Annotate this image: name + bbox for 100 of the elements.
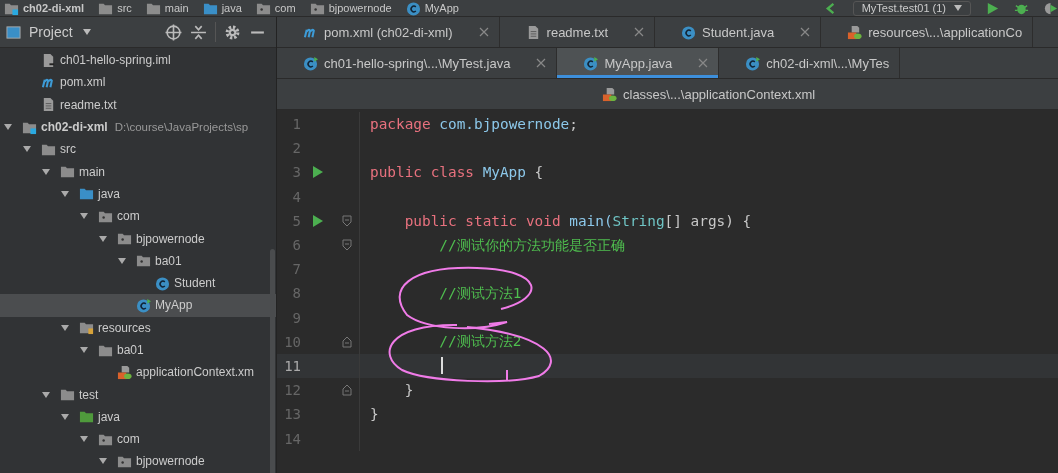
- breadcrumb-item[interactable]: main: [164, 2, 189, 14]
- line-number: 13: [283, 406, 301, 423]
- class-icon: [681, 24, 696, 40]
- tree-item[interactable]: test: [0, 383, 276, 406]
- folder-icon: [79, 186, 94, 202]
- text-cursor: [441, 357, 443, 375]
- tree-item[interactable]: java: [0, 405, 276, 429]
- line-number: 5: [291, 212, 301, 229]
- package-folder-icon: [136, 253, 151, 269]
- editor-tab[interactable]: pom.xml (ch02-di-xml): [277, 17, 500, 47]
- line-number: 11: [283, 357, 301, 374]
- tree-item[interactable]: bjpowernode: [0, 450, 276, 473]
- folder-icon: [60, 387, 75, 403]
- package-folder-icon: [117, 231, 132, 246]
- editor-tab[interactable]: MyApp.java: [557, 48, 720, 78]
- line-number: 3: [291, 164, 301, 181]
- run-configuration-dropdown[interactable]: MyTest.test01 (1): [852, 0, 971, 16]
- line-number: 12: [283, 382, 301, 399]
- xml-file-icon: [602, 86, 617, 102]
- tree-item[interactable]: ch02-di-xml D:\course\JavaProjects\sp: [0, 115, 276, 139]
- folder-icon: [60, 164, 75, 180]
- breadcrumb-item[interactable]: java: [221, 2, 242, 14]
- fold-marker-icon[interactable]: [342, 335, 352, 348]
- close-icon[interactable]: [478, 27, 489, 37]
- editor-tab[interactable]: Student.java: [655, 17, 822, 47]
- line-number: 6: [291, 237, 301, 254]
- locate-icon[interactable]: [165, 23, 182, 41]
- tree-item[interactable]: ba01: [0, 338, 276, 362]
- line-number: 2: [291, 140, 301, 157]
- tree-item[interactable]: pom.xml: [0, 71, 276, 94]
- code-line: public class MyApp {: [370, 164, 544, 181]
- editor-tab[interactable]: ch02-di-xml\...\MyTes: [719, 48, 901, 78]
- xml-file-icon: [117, 364, 132, 380]
- breadcrumb-item[interactable]: bjpowernode: [328, 2, 392, 14]
- tree-item[interactable]: Student: [0, 271, 276, 295]
- code-line: }: [403, 382, 414, 399]
- code-line: //测试方法1: [438, 283, 522, 303]
- settings-icon[interactable]: [224, 23, 241, 41]
- fold-marker-icon[interactable]: [342, 214, 352, 227]
- tree-item[interactable]: src: [0, 138, 276, 161]
- tree-item[interactable]: main: [0, 160, 276, 183]
- expanded-arrow-icon[interactable]: [41, 389, 51, 400]
- tree-item[interactable]: bjpowernode: [0, 227, 276, 250]
- line-number: 14: [283, 430, 301, 447]
- expanded-arrow-icon[interactable]: [41, 166, 51, 177]
- tree-item[interactable]: readme.txt: [0, 93, 276, 116]
- line-number: 4: [291, 188, 301, 205]
- editor-tab[interactable]: resources\...\applicationCo: [821, 17, 1034, 47]
- line-number: 9: [291, 309, 301, 326]
- breadcrumb-item[interactable]: ch02-di-xml: [23, 2, 85, 14]
- line-number: 7: [291, 261, 301, 278]
- fold-marker-icon[interactable]: [342, 239, 352, 252]
- line-number: 1: [291, 116, 301, 133]
- fold-marker-icon[interactable]: [342, 384, 352, 397]
- close-icon[interactable]: [536, 58, 547, 68]
- breadcrumb-item[interactable]: com: [274, 2, 296, 14]
- class-icon: [303, 55, 318, 71]
- tree-item[interactable]: ch01-hello-spring.iml: [0, 49, 276, 72]
- class-icon: [583, 55, 599, 71]
- project-view-dropdown[interactable]: Project: [29, 24, 91, 40]
- xml-file-icon: [847, 24, 863, 40]
- code-line: package com.bjpowernode;: [370, 116, 578, 133]
- tree-item[interactable]: MyApp: [0, 294, 276, 317]
- tree-item[interactable]: resources: [0, 316, 276, 339]
- collapse-all-icon[interactable]: [190, 23, 207, 41]
- code-line: }: [370, 406, 379, 423]
- project-path: D:\course\JavaProjects\sp: [114, 121, 249, 134]
- expanded-arrow-icon[interactable]: [60, 188, 70, 199]
- run-gutter-icon[interactable]: [313, 214, 323, 227]
- line-number: 8: [291, 285, 301, 302]
- line-number: 10: [283, 333, 301, 350]
- class-icon: [136, 297, 151, 313]
- expanded-arrow-icon[interactable]: [79, 345, 89, 355]
- expanded-arrow-icon[interactable]: [117, 255, 127, 266]
- tree-item[interactable]: com: [0, 205, 276, 228]
- class-icon: [155, 275, 170, 291]
- caret-icon: [954, 5, 962, 11]
- run-icon[interactable]: [985, 0, 1000, 16]
- resources-folder-icon: [79, 320, 94, 336]
- breadcrumb-item[interactable]: MyApp: [424, 2, 459, 14]
- expanded-arrow-icon[interactable]: [98, 233, 108, 244]
- tree-item[interactable]: com: [0, 428, 276, 451]
- breadcrumb-item[interactable]: src: [117, 2, 132, 14]
- expanded-arrow-icon[interactable]: [60, 322, 70, 333]
- scrollbar[interactable]: [270, 249, 275, 473]
- code-line: //测试你的方法功能是否正确: [438, 235, 625, 255]
- tree-item[interactable]: applicationContext.xm: [0, 361, 276, 384]
- expanded-arrow-icon[interactable]: [60, 411, 70, 422]
- caret-icon: [82, 29, 91, 35]
- package-folder-icon: [117, 454, 132, 469]
- run-gutter-icon[interactable]: [313, 166, 323, 179]
- panel-icon: [6, 24, 21, 40]
- text-file-icon: [41, 97, 56, 113]
- tree-item[interactable]: ba01: [0, 249, 276, 272]
- tree-item[interactable]: java: [0, 182, 276, 206]
- close-icon[interactable]: [634, 27, 644, 37]
- coverage-icon[interactable]: [1043, 0, 1058, 16]
- editor-tab[interactable]: readme.txt: [499, 17, 655, 47]
- code-line: public static void main(String[] args) {: [403, 212, 752, 229]
- close-icon[interactable]: [800, 27, 811, 37]
